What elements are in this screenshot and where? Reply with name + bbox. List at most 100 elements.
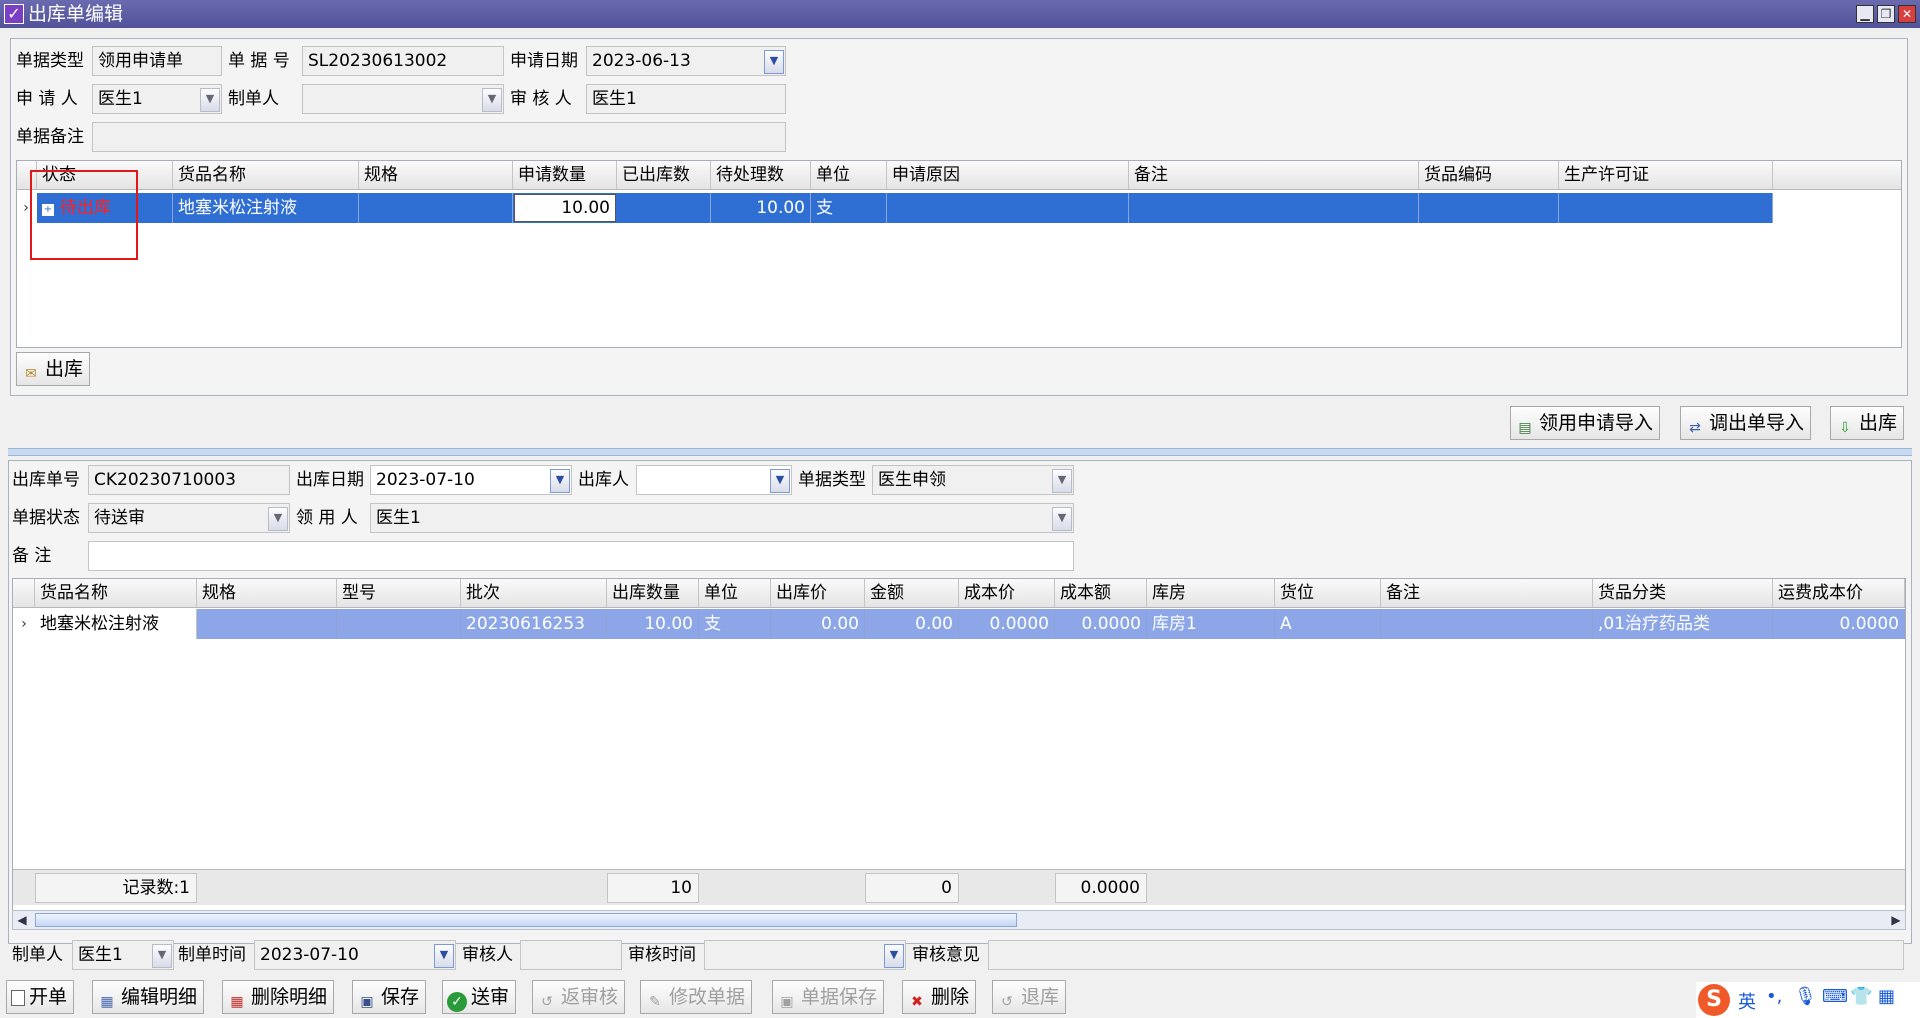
cell-warehouse[interactable]: 库房1 — [1147, 609, 1275, 639]
cell-code[interactable] — [1419, 193, 1559, 223]
cell-spec[interactable] — [359, 193, 513, 223]
column-header-spec[interactable]: 规格 — [197, 579, 337, 607]
chevron-down-icon[interactable]: ▼ — [1052, 469, 1072, 493]
delete-button[interactable]: ✖ 删除 — [902, 980, 977, 1014]
cell-license[interactable] — [1559, 193, 1773, 223]
microphone-icon[interactable]: 🎙 — [1794, 986, 1817, 1007]
punctuation-icon[interactable]: •, — [1766, 986, 1782, 1007]
scroll-right-icon[interactable]: ▶ — [1887, 911, 1905, 929]
column-header-cost-amount[interactable]: 成本额 — [1055, 579, 1147, 607]
toolbox-icon[interactable]: ▦ — [1878, 986, 1895, 1007]
modify-doc-button[interactable]: ✎ 修改单据 — [640, 980, 753, 1014]
review-time-field[interactable]: ▼ — [704, 940, 906, 970]
cell-reason[interactable] — [887, 193, 1129, 223]
column-header-model[interactable]: 型号 — [337, 579, 461, 607]
out-date-field[interactable]: 2023-07-10 ▼ — [370, 465, 572, 495]
column-header-remark[interactable]: 备注 — [1129, 161, 1419, 189]
chevron-down-icon[interactable]: ▼ — [550, 469, 570, 493]
cell-name[interactable]: 地塞米松注射液 — [35, 609, 197, 639]
chevron-down-icon[interactable]: ▼ — [482, 88, 502, 112]
cell-spec[interactable] — [197, 609, 337, 639]
column-header-remark[interactable]: 备注 — [1381, 579, 1593, 607]
cell-qty[interactable]: 10.00 — [607, 609, 699, 639]
edit-detail-button[interactable]: ▦ 编辑明细 — [92, 980, 205, 1014]
cell-unit[interactable]: 支 — [699, 609, 771, 639]
request-out-button[interactable]: ✉ 出库 — [16, 352, 91, 386]
cell-out-qty[interactable] — [617, 193, 711, 223]
chevron-down-icon[interactable]: ▼ — [1052, 507, 1072, 531]
cell-pending-qty[interactable]: 10.00 — [711, 193, 811, 223]
column-header-freight[interactable]: 运费成本价 — [1773, 579, 1905, 607]
doc-save-button[interactable]: ▣ 单据保存 — [772, 980, 885, 1014]
column-header-amount[interactable]: 金额 — [865, 579, 959, 607]
cell-location[interactable]: A — [1275, 609, 1381, 639]
table-row[interactable]: › 地塞米松注射液 20230616253 10.00 支 0.00 0.00 … — [13, 609, 1905, 639]
panel-splitter[interactable] — [8, 448, 1912, 456]
close-button[interactable]: ✕ — [1898, 5, 1916, 23]
receiver-select[interactable]: 医生1 ▼ — [370, 503, 1074, 533]
scroll-left-icon[interactable]: ◀ — [13, 911, 31, 929]
column-header-location[interactable]: 货位 — [1275, 579, 1381, 607]
cell-cost-price[interactable]: 0.0000 — [959, 609, 1055, 639]
table-row[interactable]: › + 待出库 地塞米松注射液 10.00 10.00 支 — [17, 193, 1901, 223]
cell-amount[interactable]: 0.00 — [865, 609, 959, 639]
cell-name[interactable]: 地塞米松注射液 — [173, 193, 359, 223]
save-button[interactable]: ▣ 保存 — [352, 980, 427, 1014]
new-button[interactable]: 开单 — [6, 980, 75, 1014]
chevron-down-icon[interactable]: ▼ — [200, 88, 220, 112]
return-stock-button[interactable]: ↺ 退库 — [992, 980, 1067, 1014]
column-header-unit[interactable]: 单位 — [699, 579, 771, 607]
column-header-license[interactable]: 生产许可证 — [1559, 161, 1773, 189]
restore-button[interactable]: ❐ — [1877, 5, 1895, 23]
apply-date-field[interactable]: 2023-06-13 ▼ — [586, 46, 786, 76]
chevron-down-icon[interactable]: ▼ — [764, 50, 784, 74]
cell-cost-amount[interactable]: 0.0000 — [1055, 609, 1147, 639]
submit-button[interactable]: ✓ 送审 — [442, 980, 517, 1014]
column-header-out-qty[interactable]: 已出库数 — [617, 161, 711, 189]
apply-import-button[interactable]: ▤ 领用申请导入 — [1510, 406, 1661, 440]
cell-unit[interactable]: 支 — [811, 193, 887, 223]
column-header-batch[interactable]: 批次 — [461, 579, 607, 607]
applicant-select[interactable]: 医生1 ▼ — [92, 84, 222, 114]
minimize-button[interactable]: ▁ — [1856, 5, 1874, 23]
column-header-cost-price[interactable]: 成本价 — [959, 579, 1055, 607]
column-header-apply-qty[interactable]: 申请数量 — [513, 161, 617, 189]
sogou-logo-icon[interactable]: S — [1698, 984, 1730, 1016]
delete-detail-button[interactable]: ▦ 删除明细 — [222, 980, 335, 1014]
column-header-qty[interactable]: 出库数量 — [607, 579, 699, 607]
horizontal-scrollbar[interactable]: ◀ ▶ — [12, 910, 1906, 930]
cell-remark[interactable] — [1381, 609, 1593, 639]
request-maker-select[interactable]: ▼ — [302, 84, 504, 114]
out-button[interactable]: ⇩ 出库 — [1830, 406, 1905, 440]
transfer-import-button[interactable]: ⇄ 调出单导入 — [1680, 406, 1812, 440]
cell-model[interactable] — [337, 609, 461, 639]
cell-category[interactable]: ,01治疗药品类 — [1593, 609, 1773, 639]
cell-batch[interactable]: 20230616253 — [461, 609, 607, 639]
maker-select[interactable]: 医生1 ▼ — [72, 940, 174, 970]
return-review-button[interactable]: ↺ 返审核 — [532, 980, 626, 1014]
column-header-pending-qty[interactable]: 待处理数 — [711, 161, 811, 189]
out-doc-type-select[interactable]: 医生申领 ▼ — [872, 465, 1074, 495]
cell-remark[interactable] — [1129, 193, 1419, 223]
cell-apply-qty-editor[interactable]: 10.00 — [514, 194, 616, 222]
chevron-down-icon[interactable]: ▼ — [770, 469, 790, 493]
column-header-code[interactable]: 货品编码 — [1419, 161, 1559, 189]
column-header-name[interactable]: 货品名称 — [35, 579, 197, 607]
out-person-select[interactable]: ▼ — [636, 465, 792, 495]
cell-freight[interactable]: 0.0000 — [1773, 609, 1905, 639]
make-time-field[interactable]: 2023-07-10 ▼ — [254, 940, 456, 970]
keyboard-icon[interactable]: ⌨ — [1822, 986, 1848, 1007]
chevron-down-icon[interactable]: ▼ — [152, 944, 172, 968]
doc-status-select[interactable]: 待送审 ▼ — [88, 503, 290, 533]
chevron-down-icon[interactable]: ▼ — [884, 944, 904, 968]
skin-icon[interactable]: 👕 — [1850, 986, 1872, 1007]
column-header-unit[interactable]: 单位 — [811, 161, 887, 189]
column-header-category[interactable]: 货品分类 — [1593, 579, 1773, 607]
scroll-thumb[interactable] — [35, 913, 1017, 927]
out-remark-input[interactable] — [88, 541, 1074, 571]
cell-price[interactable]: 0.00 — [771, 609, 865, 639]
column-header-reason[interactable]: 申请原因 — [887, 161, 1129, 189]
ime-lang-toggle[interactable]: 英 — [1738, 988, 1756, 1014]
column-header-name[interactable]: 货品名称 — [173, 161, 359, 189]
column-header-spec[interactable]: 规格 — [359, 161, 513, 189]
